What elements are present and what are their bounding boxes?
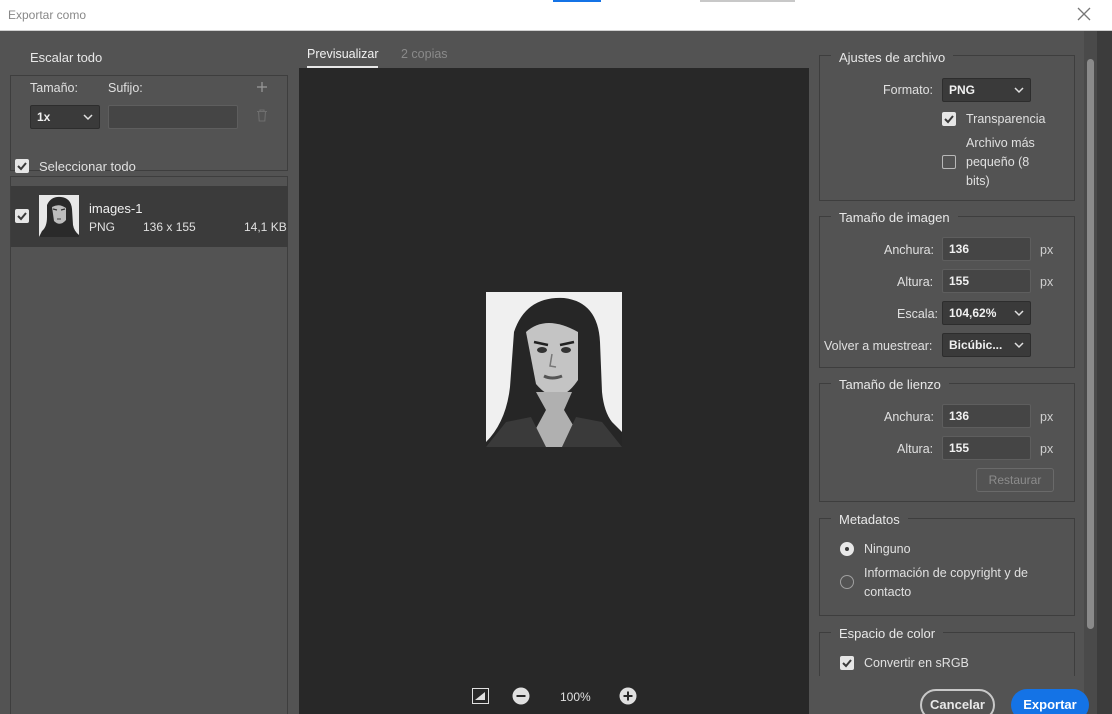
image-width-unit: px — [1040, 243, 1054, 257]
checkmark-icon — [842, 659, 852, 668]
preview-panel: Previsualizar 2 copias 100% — [299, 31, 809, 714]
background-app-edge — [1097, 31, 1112, 714]
image-size-title: Tamaño de imagen — [831, 210, 958, 225]
plus-icon[interactable] — [256, 81, 268, 93]
canvas-height-label: Altura: — [897, 442, 934, 456]
canvas-size-title: Tamaño de lienzo — [831, 377, 949, 392]
metadata-none-label: Ninguno — [864, 542, 911, 556]
zoom-out-icon[interactable] — [512, 687, 530, 705]
preview-image — [486, 292, 622, 447]
size-select[interactable]: 1x — [30, 105, 100, 129]
metadata-none-radio[interactable] — [840, 542, 854, 556]
close-icon[interactable] — [1076, 6, 1092, 22]
title-accent-secondary — [700, 0, 795, 2]
scale-select-value: 104,62% — [949, 306, 997, 320]
chevron-down-icon — [83, 114, 93, 121]
smaller-file-label-line2: pequeño (8 — [966, 155, 1030, 169]
metadata-copyright-radio[interactable] — [840, 575, 854, 589]
portrait-thumbnail-image — [39, 195, 79, 237]
canvas-height-unit: px — [1040, 442, 1054, 456]
chevron-down-icon — [1014, 87, 1024, 94]
asset-thumbnail — [39, 195, 79, 237]
smaller-file-label-line3: bits) — [966, 174, 990, 188]
color-space-title: Espacio de color — [831, 626, 944, 641]
portrait-preview-image — [486, 292, 622, 447]
image-height-input[interactable]: 155 — [942, 269, 1031, 293]
canvas-height-input[interactable]: 155 — [942, 436, 1031, 460]
settings-scrollbar[interactable] — [1084, 31, 1097, 714]
format-select-value: PNG — [949, 83, 976, 97]
tab-preview[interactable]: Previsualizar — [307, 47, 379, 61]
zoom-in-icon[interactable] — [619, 687, 637, 705]
asset-name: images-1 — [89, 201, 143, 216]
transparency-checkbox[interactable] — [942, 112, 956, 126]
scale-label: Escala: — [897, 307, 938, 321]
format-label: Formato: — [883, 83, 934, 97]
scale-all-title: Escalar todo — [22, 50, 111, 65]
scrollbar-thumb[interactable] — [1087, 59, 1094, 629]
checkmark-icon — [17, 212, 27, 221]
file-settings-group — [819, 55, 1075, 201]
asset-dimensions: 136 x 155 — [143, 220, 196, 234]
zoom-level: 100% — [560, 690, 591, 704]
file-settings-title: Ajustes de archivo — [831, 50, 954, 65]
trash-icon[interactable] — [256, 109, 268, 122]
asset-row[interactable]: images-1 PNG 136 x 155 14,1 KB — [11, 186, 288, 247]
asset-format: PNG — [89, 220, 116, 234]
checkmark-icon — [944, 115, 954, 124]
image-width-label: Anchura: — [884, 243, 935, 257]
settings-panel: Ajustes de archivo Formato: PNG Transpar… — [809, 31, 1084, 714]
preview-tabs: Previsualizar 2 copias — [299, 31, 809, 68]
metadata-copyright-label-line2: contacto — [864, 585, 912, 599]
window-title: Exportar como — [8, 8, 87, 22]
asset-checkbox[interactable] — [15, 209, 29, 223]
canvas-width-input[interactable]: 136 — [942, 404, 1031, 428]
image-height-label: Altura: — [897, 275, 934, 289]
preview-canvas — [299, 68, 809, 714]
resample-label: Volver a muestrear: — [824, 339, 933, 353]
resample-select[interactable]: Bicúbic... — [942, 333, 1031, 357]
asset-list-group — [10, 176, 288, 714]
metadata-title: Metadatos — [831, 512, 908, 527]
chevron-down-icon — [1014, 342, 1024, 349]
select-all-label: Seleccionar todo — [39, 159, 136, 174]
select-all-checkbox[interactable] — [15, 159, 29, 173]
fit-screen-icon[interactable] — [472, 688, 489, 704]
restore-button[interactable]: Restaurar — [976, 468, 1054, 492]
asset-filesize: 14,1 KB — [244, 220, 287, 234]
transparency-label: Transparencia — [966, 112, 1046, 126]
size-label: Tamaño: — [30, 81, 78, 95]
resample-select-value: Bicúbic... — [949, 338, 1003, 352]
canvas-width-label: Anchura: — [884, 410, 935, 424]
smaller-file-label-line1: Archivo más — [966, 136, 1035, 150]
zoom-bar: 100% — [299, 681, 809, 711]
assets-panel: Escalar todo Tamaño: Sufijo: 1x Seleccio… — [0, 31, 298, 714]
convert-srgb-checkbox[interactable] — [840, 656, 854, 670]
format-select[interactable]: PNG — [942, 78, 1031, 102]
suffix-input[interactable] — [108, 105, 238, 129]
size-select-value: 1x — [37, 110, 51, 124]
canvas-width-unit: px — [1040, 410, 1054, 424]
title-accent — [553, 0, 601, 2]
suffix-label: Sufijo: — [108, 81, 143, 95]
cancel-button[interactable]: Cancelar — [920, 689, 995, 714]
image-height-unit: px — [1040, 275, 1054, 289]
tab-copies[interactable]: 2 copias — [401, 47, 448, 61]
export-button[interactable]: Exportar — [1011, 689, 1089, 714]
title-bar: Exportar como — [0, 0, 1112, 31]
convert-srgb-label: Convertir en sRGB — [864, 656, 969, 670]
smaller-file-checkbox[interactable] — [942, 155, 956, 169]
image-width-input[interactable]: 136 — [942, 237, 1031, 261]
metadata-copyright-label-line1: Información de copyright y de — [864, 566, 1028, 580]
checkmark-icon — [17, 162, 27, 171]
chevron-down-icon — [1014, 310, 1024, 317]
scale-select[interactable]: 104,62% — [942, 301, 1031, 325]
